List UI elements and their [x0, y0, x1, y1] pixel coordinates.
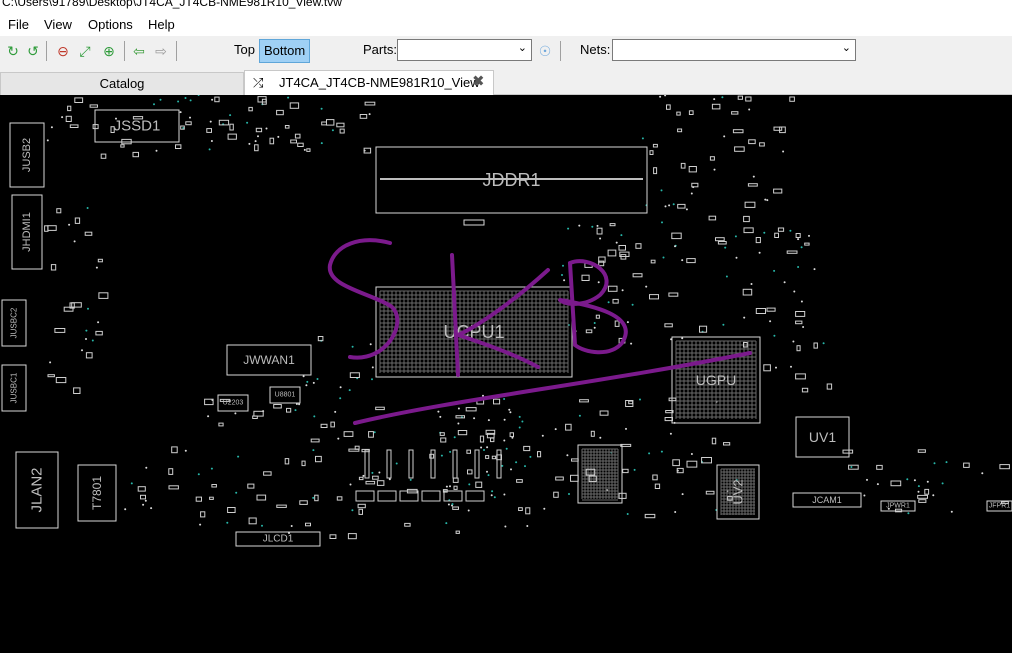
forward-icon[interactable]: ⇨	[152, 42, 170, 60]
menu-options[interactable]: Options	[88, 17, 133, 32]
bottom-side-button[interactable]: Bottom	[259, 39, 311, 63]
chevron-down-icon: ⌄	[841, 42, 851, 54]
tab-board-view-label: JT4CA_JT4CB-NME981R10_View	[279, 75, 480, 90]
component-label: JPWR1	[886, 503, 910, 510]
component-label: JWWAN1	[243, 353, 295, 367]
fit-icon[interactable]: ⤢	[76, 42, 94, 60]
component-label: U2203	[223, 400, 244, 407]
component-outlines	[1, 95, 1012, 547]
tab-board-view[interactable]: ⤮ JT4CA_JT4CB-NME981R10_View ✖	[244, 70, 494, 95]
chevron-down-icon: ⌄	[517, 42, 527, 54]
menu-view[interactable]: View	[44, 17, 72, 32]
toolbar-separator	[124, 41, 125, 61]
nets-combo[interactable]: ⌄	[612, 39, 856, 61]
top-side-button[interactable]: Top	[230, 39, 259, 61]
component-label: JLCD1	[263, 534, 294, 545]
nets-label: Nets:	[580, 42, 611, 57]
small-part	[463, 219, 485, 226]
board-drawing: JSSD1JUSB2JHDMI1JUSBC2JUSBC1JDDR1UCPU1JW…	[1, 95, 1012, 547]
tab-bar: Catalog ⤮ JT4CA_JT4CB-NME981R10_View ✖	[0, 66, 1012, 95]
window-title-bar: C:\Users\91789\Desktop\JT4CA_JT4CB-NME98…	[0, 0, 1012, 12]
zoom-out-icon[interactable]: ⊖	[54, 42, 72, 60]
component-label: JUSBC1	[10, 372, 19, 403]
lightbulb-icon[interactable]: ☉	[536, 42, 554, 60]
component-label: U8801	[275, 392, 296, 399]
component-label: JSSD1	[114, 118, 161, 135]
zoom-in-icon[interactable]: ⊕	[100, 42, 118, 60]
reload-icon[interactable]: ↺	[24, 42, 42, 60]
parts-combo[interactable]: ⌄	[397, 39, 532, 61]
tab-catalog[interactable]: Catalog	[0, 72, 244, 95]
component-label: JFPR1	[989, 503, 1011, 510]
component-label: UV1	[809, 429, 836, 445]
board-view-icon: ⤮	[253, 75, 264, 90]
window-title: C:\Users\91789\Desktop\JT4CA_JT4CB-NME98…	[2, 0, 342, 9]
back-icon[interactable]: ⇦	[130, 42, 148, 60]
annotation-stroke	[558, 259, 628, 355]
menu-bar: File View Options Help	[0, 12, 1012, 36]
menu-help[interactable]: Help	[148, 17, 175, 32]
toolbar-separator	[176, 41, 177, 61]
component-label: JHDMI1	[21, 212, 33, 252]
component-label: T7801	[90, 476, 104, 510]
parts-label: Parts:	[363, 42, 397, 57]
menu-file[interactable]: File	[8, 17, 29, 32]
refresh-icon[interactable]: ↻	[4, 42, 22, 60]
component-label: JCAM1	[812, 495, 842, 505]
toolbar-separator	[560, 41, 561, 61]
toolbar-separator	[46, 41, 47, 61]
toolbar: ↻ ↺ ⊖ ⤢ ⊕ ⇦ ⇨ Top Bottom Parts: ⌄ ☉ Nets…	[0, 36, 1012, 66]
component-label: JLAN2	[29, 467, 46, 512]
component-label: JUSBC2	[10, 307, 19, 338]
component-label: UV2	[731, 479, 746, 504]
component-label: UGPU	[696, 372, 736, 388]
component-label: JDDR1	[482, 170, 540, 190]
board-canvas[interactable]: JSSD1 JUSB2 JHDMI1 JUSBC2 JUSBC1 JDDR1 UCPU1 JW…	[0, 95, 1012, 653]
close-icon[interactable]: ✖	[472, 70, 485, 94]
component-label: JUSB2	[21, 138, 33, 172]
